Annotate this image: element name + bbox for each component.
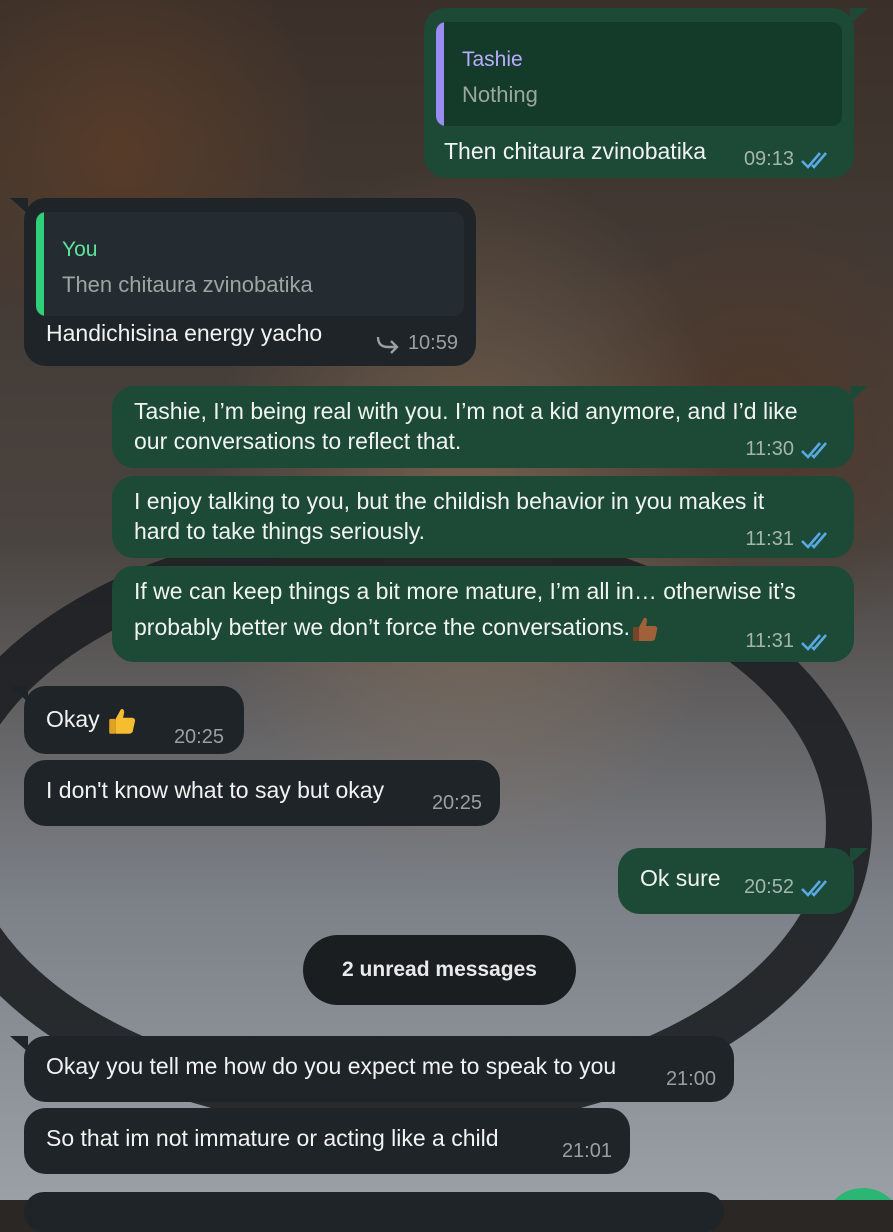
message-time: 11:31 [745, 528, 794, 550]
quote-bar [36, 212, 44, 316]
message-time: 10:59 [407, 332, 458, 354]
message-meta: 10:59 [374, 332, 458, 355]
message-meta: 11:30 [745, 438, 834, 461]
quoted-message[interactable]: You Then chitaura zvinobatika [36, 212, 464, 316]
quote-bar [436, 22, 444, 126]
message-bubble-incoming[interactable]: So that im not immature or acting like a… [24, 1108, 630, 1174]
message-text: I don't know what to say but okay [46, 777, 385, 803]
message-text-line: I enjoy talking to you, but the childish… [134, 488, 765, 514]
message-time: 20:25 [431, 792, 482, 814]
thumbs-up-icon [109, 708, 136, 734]
message-time: 21:01 [561, 1140, 612, 1162]
message-text-line: If we can keep things a bit more mature,… [134, 578, 796, 604]
message-meta: 21:01 [562, 1140, 612, 1163]
message-text-line: Tashie, I’m being real with you. I’m not… [134, 398, 798, 424]
quote-author: You [62, 238, 98, 261]
message-bubble-outgoing[interactable]: Tashie, I’m being real with you. I’m not… [112, 386, 868, 468]
message-bubble-outgoing[interactable]: I enjoy talking to you, but the childish… [112, 476, 854, 558]
bubble-tail [850, 848, 868, 864]
quote-author: Tashie [462, 48, 523, 71]
message-text: So that im not immature or acting like a… [46, 1125, 499, 1151]
message-time: 11:30 [745, 438, 794, 460]
quote-text: Then chitaura zvinobatika [62, 272, 313, 297]
message-bubble-incoming-partial[interactable] [24, 1192, 724, 1232]
bubble-tail [10, 1036, 28, 1052]
bubble-tail [850, 8, 868, 24]
double-check-icon [801, 151, 827, 169]
message-meta: 20:25 [432, 792, 482, 815]
message-text-line: hard to take things seriously. [134, 518, 426, 544]
message-bubble-incoming[interactable]: Okay you tell me how do you expect me to… [10, 1036, 734, 1102]
message-text: Okay [46, 706, 100, 732]
message-text: Handichisina energy yacho [46, 320, 323, 346]
message-bubble-incoming[interactable]: You Then chitaura zvinobatika Handichisi… [10, 198, 476, 366]
message-meta: 20:25 [174, 726, 224, 749]
message-text: Okay you tell me how do you expect me to… [46, 1053, 617, 1079]
message-meta: 11:31 [745, 528, 834, 551]
message-text: Ok sure [640, 865, 721, 891]
bubble-tail [10, 686, 28, 702]
message-text-line: probably better we don’t force the conve… [134, 612, 660, 643]
double-check-icon [801, 531, 827, 549]
message-bubble-outgoing[interactable]: If we can keep things a bit more mature,… [112, 566, 854, 662]
message-text-line: our conversations to reflect that. [134, 428, 462, 454]
forward-arrow-icon[interactable] [374, 333, 402, 355]
message-time: 21:00 [665, 1068, 716, 1090]
quote-text: Nothing [462, 82, 538, 107]
message-text-segment: probably better we don’t force the conve… [134, 614, 631, 640]
message-time: 20:25 [173, 726, 224, 748]
message-bubble-incoming[interactable]: I don't know what to say but okay 20:25 [24, 760, 500, 826]
double-check-icon [801, 633, 827, 651]
message-bubble-outgoing[interactable]: Tashie Nothing Then chitaura zvinobatika… [424, 8, 868, 178]
thumbs-up-dark-icon [633, 617, 658, 641]
message-time: 11:31 [745, 630, 794, 652]
message-time: 20:52 [743, 876, 794, 898]
unread-messages-divider: 2 unread messages [303, 935, 576, 1005]
message-meta: 09:13 [744, 148, 834, 171]
double-check-icon [801, 441, 827, 459]
bubble-tail [850, 386, 868, 402]
scroll-down-button[interactable] [823, 1188, 893, 1200]
message-meta: 21:00 [666, 1068, 716, 1091]
message-text-line: Okay [46, 704, 138, 736]
message-bubble-incoming[interactable]: Okay 20:25 [10, 686, 244, 754]
message-meta: 20:52 [744, 876, 834, 899]
message-meta: 11:31 [745, 630, 834, 653]
message-time: 09:13 [743, 148, 794, 170]
double-check-icon [801, 879, 827, 897]
bubble-tail [10, 198, 28, 214]
message-bubble-outgoing[interactable]: Ok sure 20:52 [618, 848, 868, 914]
quoted-message[interactable]: Tashie Nothing [436, 22, 842, 126]
message-text: Then chitaura zvinobatika [444, 138, 707, 164]
